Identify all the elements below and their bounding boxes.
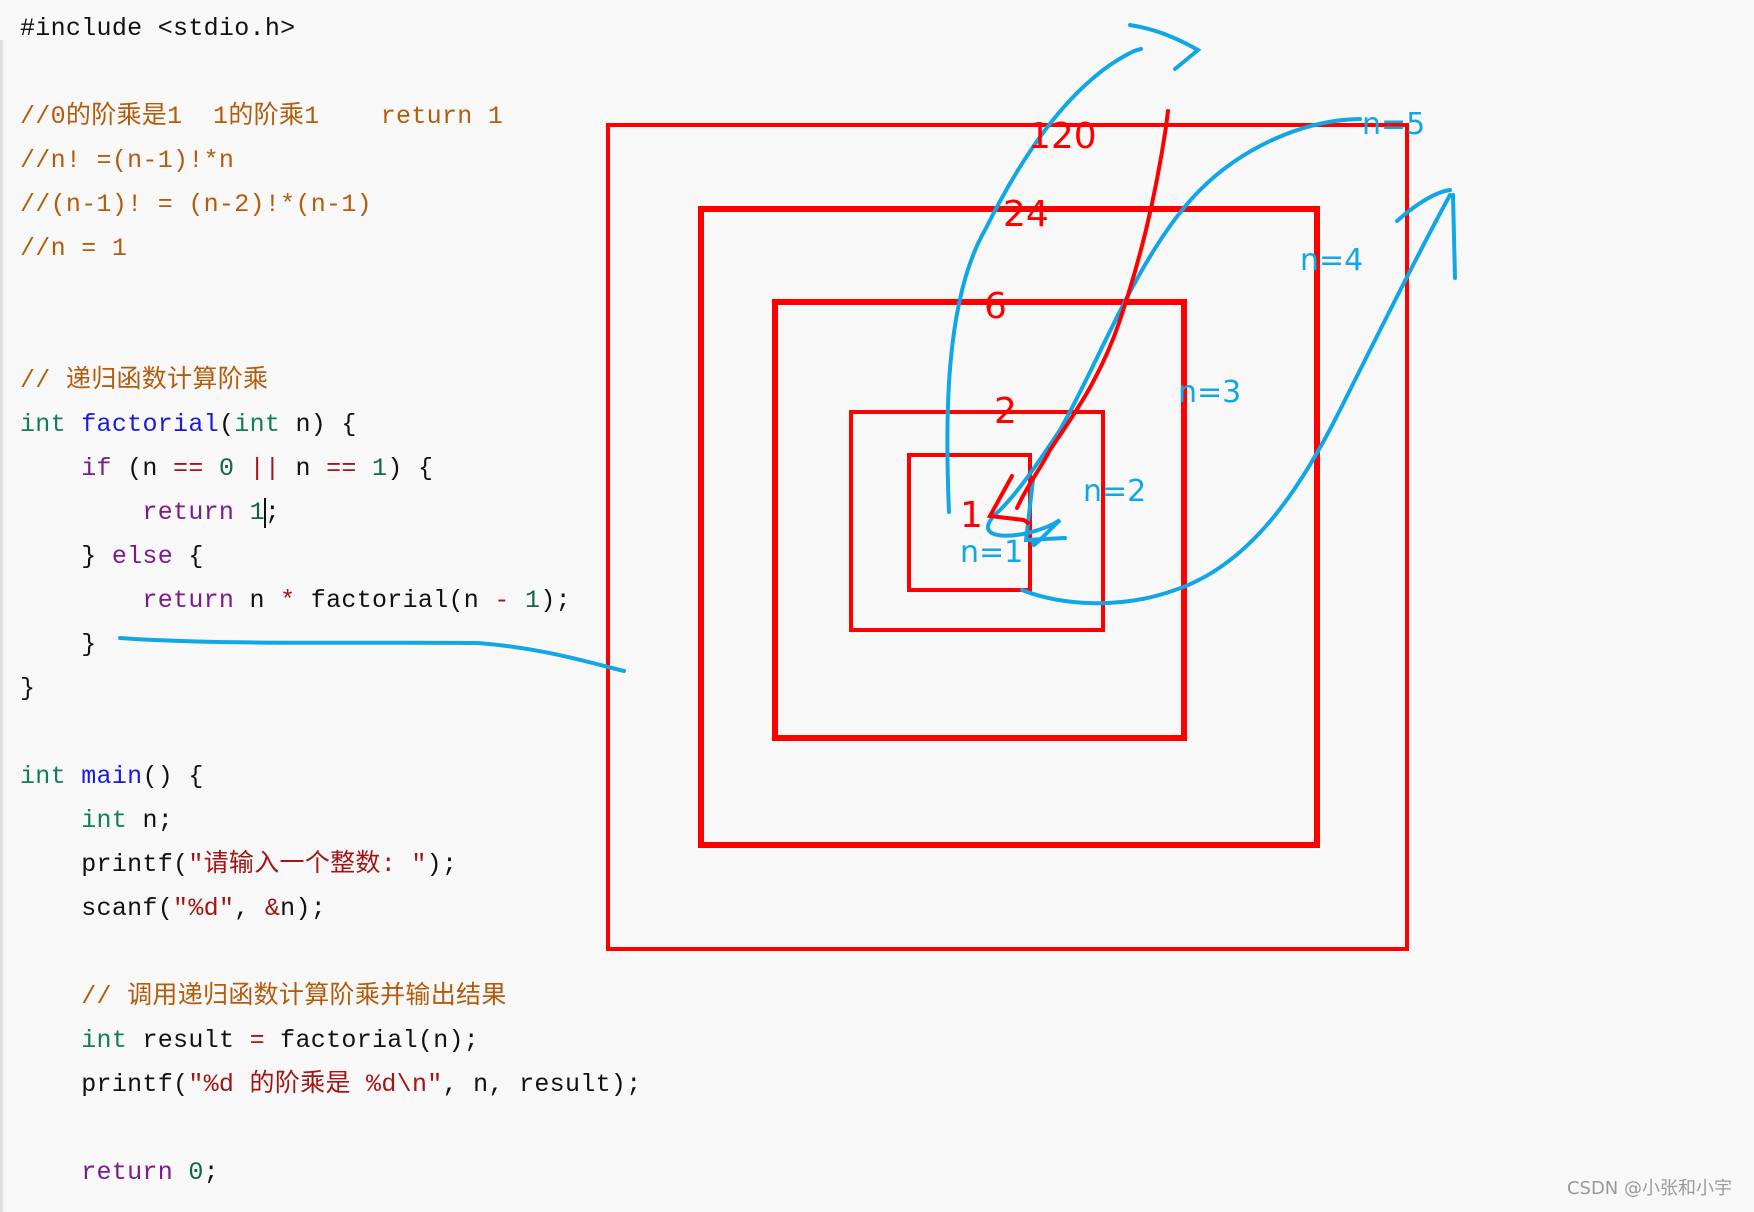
underline-stroke: [118, 636, 626, 673]
return-value-label: 6: [984, 286, 1007, 327]
return-value-label: 120: [1028, 116, 1097, 157]
return-value-label: 1: [960, 495, 983, 536]
call-label: n=2: [1083, 474, 1146, 509]
result-arc-hook: [1128, 23, 1202, 71]
call-descent-stroke: [986, 117, 1362, 547]
return-values-stroke: [1015, 109, 1170, 510]
csdn-watermark: CSDN @小张和小宇: [1566, 1178, 1732, 1199]
call-label: n=5: [1362, 107, 1425, 142]
return-value-label: 24: [1003, 194, 1049, 235]
call-label: n=1: [960, 535, 1023, 570]
return-value-label: 2: [994, 391, 1017, 432]
call-label: n=4: [1300, 243, 1363, 278]
hand-drawn-annotations: 120 24 6 2 1 n=5 n=4 n=3 n=2 n=1: [118, 23, 1457, 951]
call-label: n=3: [1178, 375, 1241, 410]
